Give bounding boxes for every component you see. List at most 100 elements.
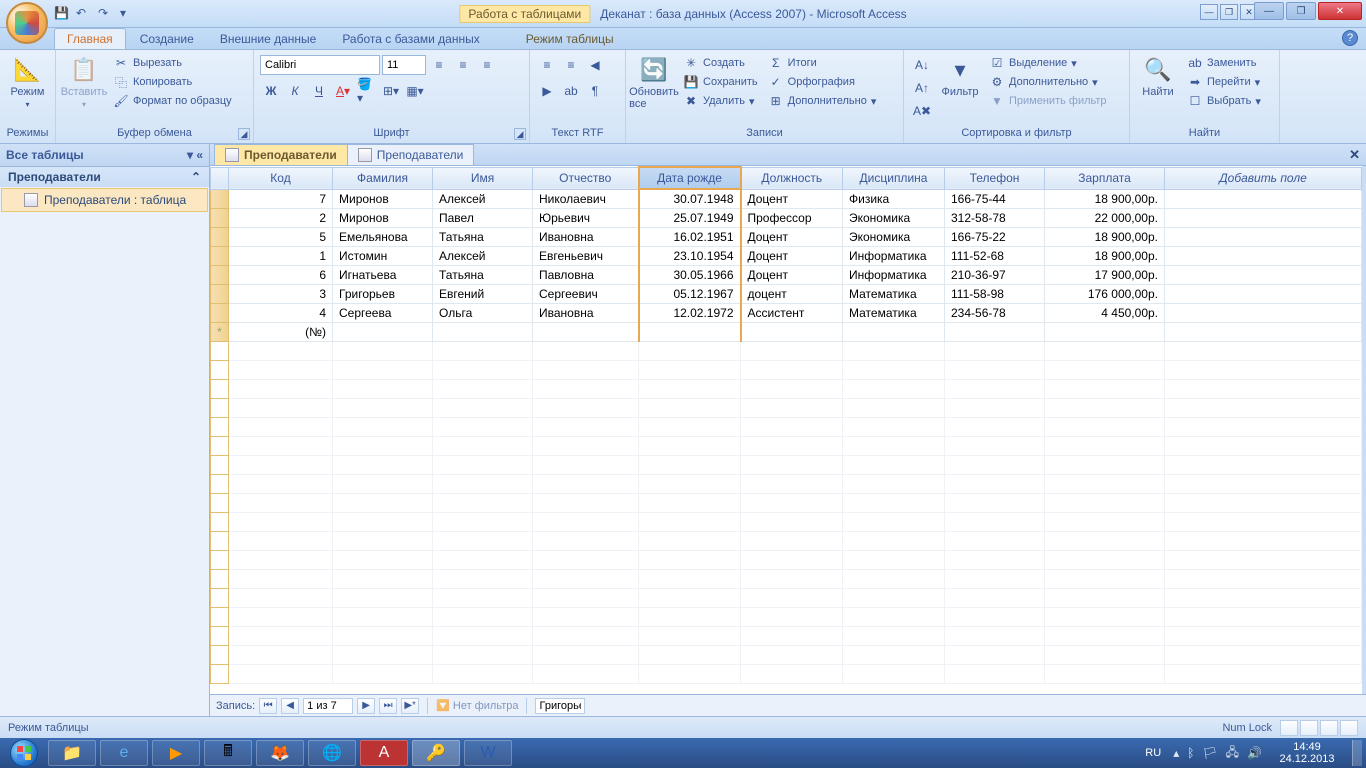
table-row[interactable]: 6ИгнатьеваТатьянаПавловна30.05.1966Доцен… [211,266,1362,285]
taskbar-explorer[interactable]: 📁 [48,740,96,766]
tab-external-data[interactable]: Внешние данные [208,29,329,49]
cell[interactable]: Физика [843,189,945,209]
sort-desc-button[interactable]: A↑ [910,77,934,99]
refresh-all-button[interactable]: 🔄 Обновить все [632,54,676,112]
record-position-input[interactable] [303,698,353,714]
cell[interactable]: Татьяна [433,228,533,247]
mdi-minimize-button[interactable]: — [1200,4,1218,20]
advanced-filter-button[interactable]: ⚙Дополнительно ▾ [986,73,1110,91]
cell[interactable]: 166-75-44 [945,189,1045,209]
cell[interactable]: Татьяна [433,266,533,285]
table-row[interactable]: 1ИстоминАлексейЕвгеньевич23.10.1954Доцен… [211,247,1362,266]
totals-button[interactable]: ΣИтоги [765,54,880,72]
row-selector[interactable] [211,304,229,323]
cell[interactable]: 4 [229,304,333,323]
col-header-addfield[interactable]: Добавить поле [1165,167,1362,189]
view-design-icon[interactable] [1340,720,1358,736]
cell[interactable]: 5 [229,228,333,247]
cell[interactable]: Информатика [843,266,945,285]
cell[interactable]: 05.12.1967 [639,285,741,304]
taskbar-media[interactable]: ▶ [152,740,200,766]
paste-button[interactable]: 📋 Вставить ▾ [62,54,106,111]
navpane-header[interactable]: Все таблицы ▾ « [0,144,209,167]
cell[interactable]: Николаевич [533,189,639,209]
row-selector[interactable] [211,285,229,304]
taskbar-firefox[interactable]: 🦊 [256,740,304,766]
save-record-button[interactable]: 💾Сохранить [680,73,761,91]
cell[interactable]: 4 450,00р. [1045,304,1165,323]
table-row[interactable]: 3ГригорьевЕвгенийСергеевич05.12.1967доце… [211,285,1362,304]
cell[interactable]: 25.07.1949 [639,209,741,228]
table-row[interactable]: 7МироновАлексейНиколаевич30.07.1948Доцен… [211,189,1362,209]
cell[interactable]: 3 [229,285,333,304]
cell[interactable]: Ольга [433,304,533,323]
underline-button[interactable]: Ч [308,80,330,102]
start-button[interactable] [4,738,44,768]
selection-filter-button[interactable]: ☑Выделение ▾ [986,54,1110,72]
minimize-button[interactable]: — [1254,2,1284,20]
cell[interactable]: Доцент [741,228,843,247]
cell[interactable] [1165,266,1362,285]
cell[interactable]: Математика [843,285,945,304]
cell[interactable]: Юрьевич [533,209,639,228]
align-right-button[interactable]: ≡ [476,54,498,76]
cell[interactable]: Информатика [843,247,945,266]
cell[interactable] [1165,285,1362,304]
copy-button[interactable]: ⿻Копировать [110,73,235,91]
doc-close-button[interactable]: ✕ [1349,147,1360,163]
delete-record-button[interactable]: ✖Удалить ▾ [680,92,761,110]
cell[interactable] [1165,189,1362,209]
cell[interactable]: 30.07.1948 [639,189,741,209]
cell[interactable]: Григорьев [333,285,433,304]
taskbar-calc[interactable]: 🖩 [204,740,252,766]
view-button[interactable]: 📐 Режим ▾ [6,54,49,111]
cell[interactable]: 18 900,00р. [1045,228,1165,247]
sort-asc-button[interactable]: A↓ [910,54,934,76]
cell[interactable]: Миронов [333,189,433,209]
cell[interactable]: Истомин [333,247,433,266]
col-header-surname[interactable]: Фамилия [333,167,433,189]
row-selector[interactable] [211,189,229,209]
cell[interactable] [1165,209,1362,228]
cell[interactable]: Ивановна [533,228,639,247]
row-selector[interactable] [211,266,229,285]
align-center-button[interactable]: ≡ [452,54,474,76]
mdi-restore-button[interactable]: ❐ [1220,4,1238,20]
col-header-dob[interactable]: Дата рожде [639,167,741,189]
cell[interactable]: 18 900,00р. [1045,247,1165,266]
new-record-button[interactable]: ✳Создать [680,54,761,72]
undo-icon[interactable]: ↶ [76,6,92,22]
datasheet[interactable]: Код Фамилия Имя Отчество Дата рожде Долж… [210,166,1362,694]
cell[interactable]: 111-52-68 [945,247,1045,266]
cell[interactable]: Ивановна [533,304,639,323]
gridlines-button[interactable]: ⊞▾ [380,80,402,102]
cell[interactable]: Сергеевич [533,285,639,304]
cell[interactable]: 23.10.1954 [639,247,741,266]
cell[interactable]: Миронов [333,209,433,228]
cell[interactable]: Экономика [843,228,945,247]
cell[interactable]: доцент [741,285,843,304]
cell[interactable]: Евгений [433,285,533,304]
cell[interactable]: 210-36-97 [945,266,1045,285]
clipboard-launcher[interactable]: ◢ [238,128,250,140]
first-record-button[interactable]: ⏮ [259,698,277,714]
indent-dec-button[interactable]: ◀ [584,54,606,76]
cell[interactable]: 7 [229,189,333,209]
cell[interactable]: Ассистент [741,304,843,323]
cell[interactable]: 30.05.1966 [639,266,741,285]
cell[interactable]: Доцент [741,247,843,266]
cell[interactable]: 234-56-78 [945,304,1045,323]
view-datasheet-icon[interactable] [1280,720,1298,736]
new-row[interactable]: *(№) [211,323,1362,342]
bluetooth-icon[interactable]: ᛒ [1187,746,1194,760]
office-button[interactable] [6,2,48,44]
navpane-category[interactable]: Преподаватели ⌃ [0,167,209,187]
cell[interactable]: Павел [433,209,533,228]
qat-dropdown-icon[interactable]: ▾ [120,6,136,22]
cell[interactable]: Евгеньевич [533,247,639,266]
cell[interactable]: Алексей [433,189,533,209]
alt-row-button[interactable]: ▦▾ [404,80,426,102]
tab-db-tools[interactable]: Работа с базами данных [330,29,491,49]
cell[interactable]: Сергеева [333,304,433,323]
cell[interactable]: Алексей [433,247,533,266]
